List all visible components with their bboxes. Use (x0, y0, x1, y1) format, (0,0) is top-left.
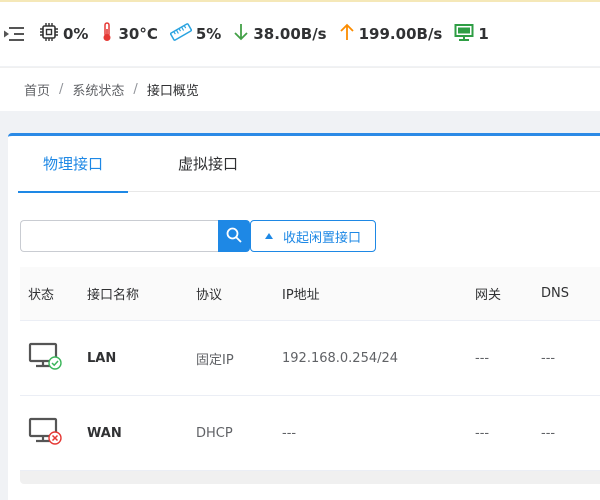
breadcrumb: 首页 / 系统状态 / 接口概览 (0, 67, 600, 111)
upload-value: 199.00B/s (358, 25, 443, 43)
interface-protocol: DHCP (196, 425, 233, 441)
breadcrumb-current: 接口概览 (146, 84, 199, 99)
tab-virtual-interfaces[interactable]: 虚拟接口 (173, 136, 243, 192)
online-devices: 1 (454, 22, 489, 46)
interface-protocol: 固定IP (196, 352, 234, 368)
temperature: 30°C (100, 22, 158, 46)
interface-table: 状态 接口名称 协议 IP地址 网关 DNS LAN 固定IP 192.168.… (20, 267, 600, 484)
status-cell (20, 341, 87, 375)
interface-ip: 192.168.0.254/24 (282, 350, 399, 366)
search-button[interactable] (218, 220, 250, 252)
caret-up-icon (265, 233, 273, 239)
interface-dns: --- (541, 350, 556, 366)
interface-ip: --- (282, 425, 297, 441)
header-ip: IP地址 (282, 288, 320, 303)
breadcrumb-home[interactable]: 首页 (24, 80, 50, 99)
interface-dns: --- (541, 425, 556, 441)
interface-tabs: 物理接口 虚拟接口 (18, 136, 600, 193)
arrow-down-icon (233, 22, 253, 46)
download-value: 38.00B/s (253, 25, 327, 43)
devices-value: 1 (478, 25, 489, 43)
top-status-bar: 0% 30°C 5% 38.00B/s 199.00B/s 1 (0, 0, 600, 66)
search-input[interactable] (20, 220, 218, 252)
cpu-icon (39, 22, 63, 46)
header-dns: DNS (541, 286, 569, 301)
interface-gateway: --- (475, 350, 490, 366)
monitor-icon (454, 22, 478, 46)
status-cell (20, 416, 87, 450)
header-name: 接口名称 (87, 288, 140, 303)
interface-gateway: --- (475, 425, 490, 441)
table-row[interactable]: WAN DHCP --- --- --- (20, 396, 600, 471)
header-gateway: 网关 (475, 288, 502, 303)
search-icon (226, 227, 242, 246)
table-scrollbar[interactable] (20, 471, 600, 484)
memory-icon (169, 22, 196, 46)
upload-speed: 199.00B/s (339, 22, 443, 46)
header-protocol: 协议 (196, 288, 223, 303)
tab-physical-interfaces[interactable]: 物理接口 (18, 136, 128, 193)
table-row[interactable]: LAN 固定IP 192.168.0.254/24 --- --- (20, 321, 600, 396)
port-disconnected-icon (28, 417, 64, 450)
memory-value: 5% (195, 25, 222, 43)
breadcrumb-section[interactable]: 系统状态 (72, 80, 124, 99)
collapse-button-label: 收起闲置接口 (283, 230, 362, 246)
search-toolbar: 收起闲置接口 (20, 220, 377, 252)
table-header: 状态 接口名称 协议 IP地址 网关 DNS (20, 267, 600, 321)
cpu-usage: 0% (39, 22, 88, 46)
breadcrumb-separator: / (133, 82, 138, 97)
temperature-value: 30°C (118, 25, 158, 43)
menu-fold-icon[interactable] (0, 1, 26, 67)
interface-name: WAN (87, 425, 122, 441)
memory-usage: 5% (169, 22, 222, 46)
interface-card: 物理接口 虚拟接口 收起闲置接口 状态 接口名称 协议 IP地址 网关 DNS (8, 133, 600, 500)
breadcrumb-separator: / (59, 82, 64, 97)
collapse-idle-interfaces-button[interactable]: 收起闲置接口 (250, 220, 377, 252)
arrow-up-icon (339, 22, 359, 46)
cpu-value: 0% (63, 25, 89, 43)
header-status: 状态 (28, 288, 55, 303)
interface-name: LAN (87, 350, 117, 366)
port-connected-icon (28, 342, 64, 375)
download-speed: 38.00B/s (233, 22, 327, 46)
thermometer-icon (100, 22, 118, 46)
